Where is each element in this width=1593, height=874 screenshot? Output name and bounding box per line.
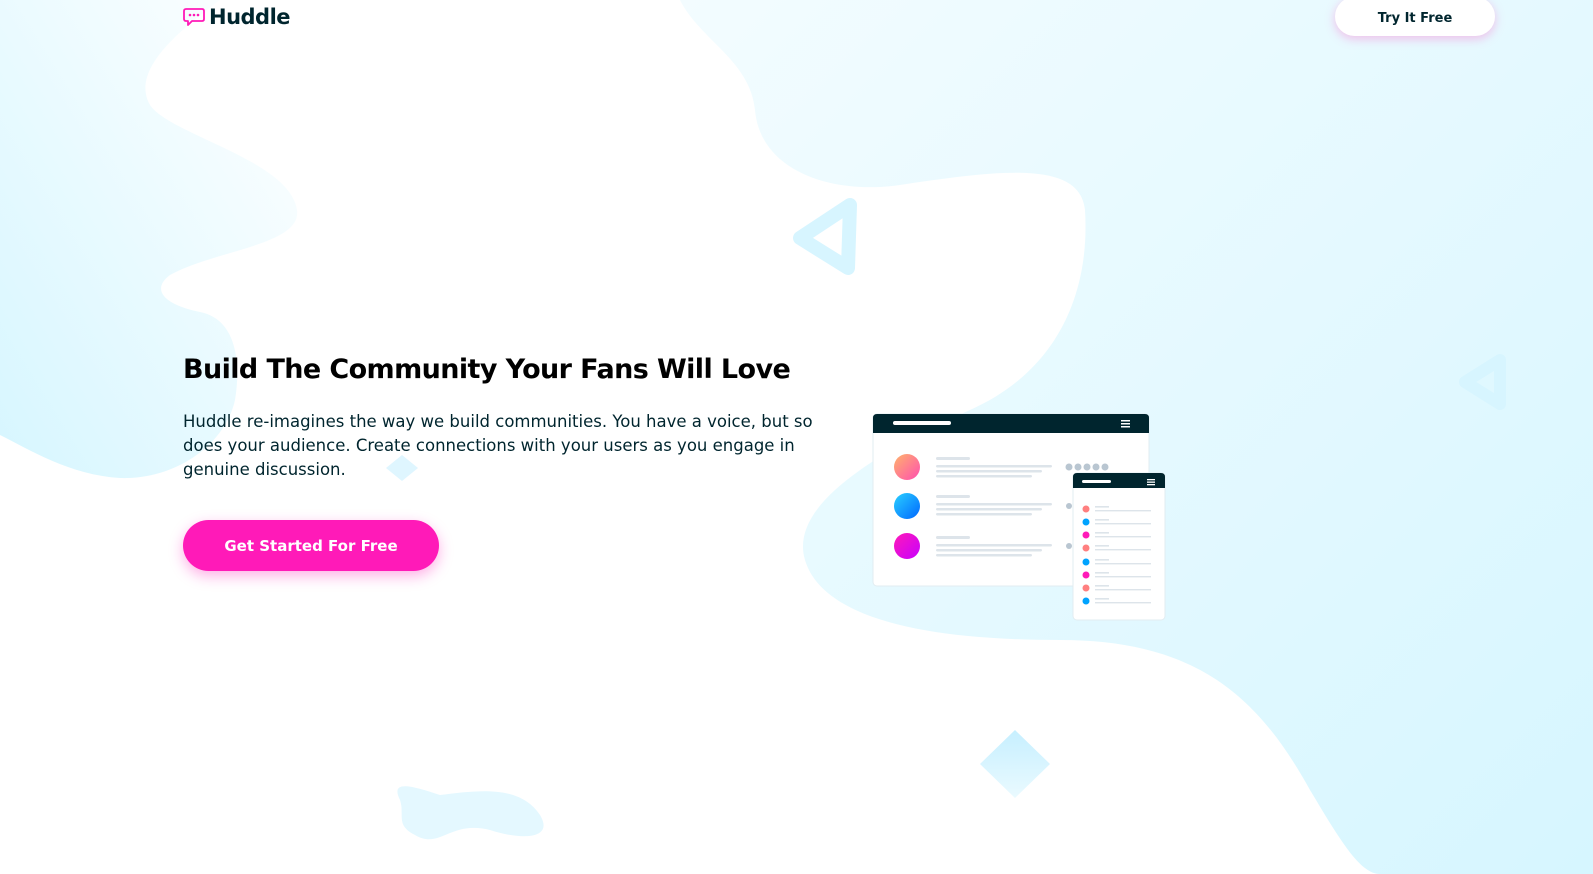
get-started-button[interactable]: Get Started For Free — [183, 520, 439, 571]
triangle-shape-top — [793, 198, 857, 275]
hero-headline: Build The Community Your Fans Will Love — [183, 354, 791, 385]
mockup-avatar — [894, 533, 920, 559]
diamond-shape-bottom — [980, 730, 1050, 798]
mockup-mobile-window — [1072, 472, 1166, 621]
try-it-free-button[interactable]: Try It Free — [1335, 0, 1495, 36]
hero-content: Build The Community Your Fans Will Love … — [183, 352, 853, 482]
mockup-avatar — [894, 454, 920, 480]
chat-bubble-icon — [183, 8, 205, 26]
app-mockup-illustration — [872, 413, 1166, 621]
mockup-avatar — [894, 493, 920, 519]
brand-logo[interactable]: Huddle — [183, 4, 291, 30]
brand-name: Huddle — [209, 5, 291, 29]
hero-description: Huddle re-imagines the way we build comm… — [183, 412, 813, 479]
site-header: Huddle Try It Free — [0, 0, 1593, 40]
background-blob-bottom — [397, 786, 544, 840]
